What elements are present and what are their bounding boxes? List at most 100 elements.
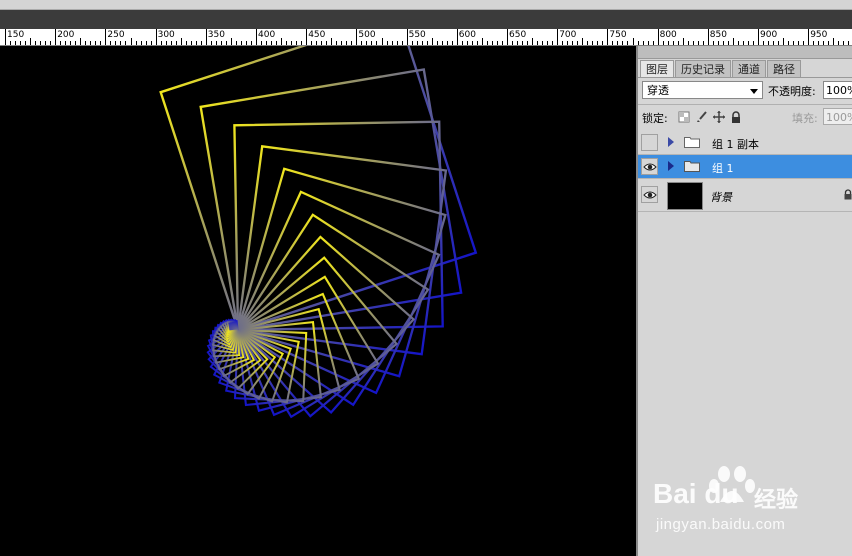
ruler-minor-tick xyxy=(281,38,283,45)
tab-layers[interactable]: 图层 xyxy=(640,60,674,78)
ruler-minor-tick xyxy=(848,41,850,45)
ruler-minor-tick xyxy=(50,41,52,45)
fill-input[interactable]: 100% xyxy=(823,108,852,125)
lock-transparent-icon[interactable] xyxy=(678,111,690,123)
ruler-minor-tick xyxy=(577,41,579,45)
ruler-minor-tick xyxy=(130,38,132,45)
ruler-minor-tick xyxy=(436,41,438,45)
ruler-minor-tick xyxy=(677,41,679,45)
ruler-minor-tick xyxy=(245,41,247,45)
layer-row-background[interactable]: 背景 xyxy=(638,179,852,212)
ruler-minor-tick xyxy=(727,41,729,45)
opacity-input[interactable]: 100% xyxy=(823,81,852,99)
ruler-minor-tick xyxy=(712,41,714,45)
ruler-minor-tick xyxy=(682,38,684,45)
ruler-minor-tick xyxy=(125,41,127,45)
ruler-minor-tick xyxy=(145,41,147,45)
ruler-minor-tick xyxy=(376,41,378,45)
ruler-minor-tick xyxy=(150,41,152,45)
ruler-minor-tick xyxy=(742,41,744,45)
ruler-minor-tick xyxy=(426,41,428,45)
lock-row: 锁定: 填充: 100% xyxy=(642,108,852,126)
ruler-label: 900 xyxy=(760,30,778,40)
tab-history[interactable]: 历史记录 xyxy=(675,60,731,78)
tab-channels[interactable]: 通道 xyxy=(732,60,766,78)
ruler-label: 250 xyxy=(107,30,125,40)
ruler-minor-tick xyxy=(547,41,549,45)
lock-move-icon[interactable] xyxy=(713,111,725,123)
layer-row-group-copy[interactable]: 组 1 副本 xyxy=(638,131,852,155)
blend-mode-value: 穿透 xyxy=(647,84,669,97)
divider xyxy=(638,104,852,105)
ruler-minor-tick xyxy=(165,41,167,45)
blend-row: 穿透 不透明度: 100% xyxy=(642,81,852,103)
ruler-minor-tick xyxy=(135,41,137,45)
ruler-minor-tick xyxy=(381,38,383,45)
ruler-minor-tick xyxy=(572,41,574,45)
ruler-minor-tick xyxy=(115,41,117,45)
ruler-minor-tick xyxy=(120,41,122,45)
ruler-minor-tick xyxy=(627,41,629,45)
ruler-minor-tick xyxy=(542,41,544,45)
ruler-minor-tick xyxy=(301,41,303,45)
ruler-minor-tick xyxy=(296,41,298,45)
ruler-minor-tick xyxy=(637,41,639,45)
visibility-toggle[interactable] xyxy=(641,186,658,203)
ruler-minor-tick xyxy=(15,41,17,45)
ruler-minor-tick xyxy=(45,41,47,45)
ruler-minor-tick xyxy=(642,41,644,45)
blend-mode-select[interactable]: 穿透 xyxy=(642,81,763,99)
ruler-minor-tick xyxy=(702,41,704,45)
folder-icon xyxy=(684,161,700,172)
ruler-label: 700 xyxy=(559,30,577,40)
ruler-minor-tick xyxy=(30,38,32,45)
expand-triangle-icon[interactable] xyxy=(668,161,674,171)
ruler-minor-tick xyxy=(80,38,82,45)
ruler-minor-tick xyxy=(100,41,102,45)
ruler-minor-tick xyxy=(667,41,669,45)
ruler-minor-tick xyxy=(602,41,604,45)
panel-grip[interactable] xyxy=(638,46,852,59)
layer-row-group[interactable]: 组 1 xyxy=(638,155,852,179)
ruler-minor-tick xyxy=(401,41,403,45)
ruler-minor-tick xyxy=(235,41,237,45)
watermark-title: 经验 xyxy=(754,488,799,513)
ruler-minor-tick xyxy=(717,41,719,45)
ruler-minor-tick xyxy=(838,41,840,45)
ruler-minor-tick xyxy=(75,41,77,45)
ruler-minor-tick xyxy=(517,41,519,45)
ruler-minor-tick xyxy=(411,41,413,45)
ruler-minor-tick xyxy=(747,41,749,45)
ruler-minor-tick xyxy=(597,41,599,45)
ruler-label: 200 xyxy=(57,30,75,40)
ruler-label: 650 xyxy=(509,30,527,40)
ruler-minor-tick xyxy=(261,41,263,45)
ruler-minor-tick xyxy=(552,41,554,45)
ruler-minor-tick xyxy=(798,41,800,45)
ruler-minor-tick xyxy=(316,41,318,45)
visibility-toggle[interactable] xyxy=(641,158,658,175)
eye-icon xyxy=(643,191,657,199)
ruler-minor-tick xyxy=(647,41,649,45)
document-canvas[interactable] xyxy=(0,46,636,556)
ruler-minor-tick xyxy=(195,41,197,45)
ruler-minor-tick xyxy=(40,41,42,45)
lock-brush-icon[interactable] xyxy=(696,111,708,123)
ruler-minor-tick xyxy=(652,41,654,45)
lock-all-icon[interactable] xyxy=(730,111,742,123)
ruler-minor-tick xyxy=(466,41,468,45)
ruler-minor-tick xyxy=(496,41,498,45)
ruler-minor-tick xyxy=(481,38,483,45)
ruler-minor-tick xyxy=(752,41,754,45)
ruler-minor-tick xyxy=(687,41,689,45)
expand-triangle-icon[interactable] xyxy=(668,137,674,147)
tab-paths[interactable]: 路径 xyxy=(767,60,801,78)
chevron-down-icon xyxy=(750,89,758,94)
ruler-label: 600 xyxy=(458,30,476,40)
ruler-label: 750 xyxy=(609,30,627,40)
ruler-minor-tick xyxy=(692,41,694,45)
ruler-minor-tick xyxy=(180,38,182,45)
ruler-minor-tick xyxy=(185,41,187,45)
visibility-toggle[interactable] xyxy=(641,134,658,151)
layer-name: 组 1 副本 xyxy=(712,138,759,151)
